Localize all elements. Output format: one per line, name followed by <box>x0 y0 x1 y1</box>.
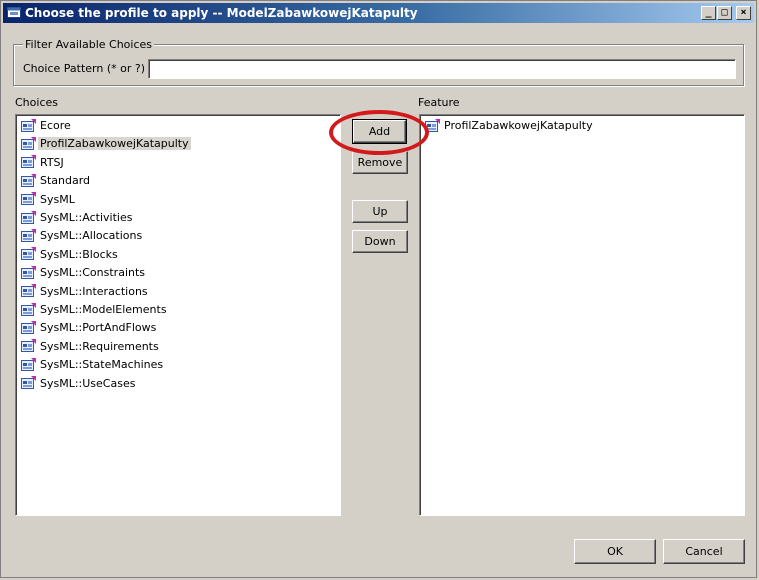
list-item-label: Standard <box>40 174 91 188</box>
list-item-label: ProfilZabawkowejKatapulty <box>444 119 593 132</box>
feature-label: Feature <box>418 96 460 109</box>
profile-package-icon <box>21 210 36 224</box>
list-item-label: SysML::Blocks <box>40 247 118 261</box>
profile-package-icon <box>21 265 36 279</box>
profile-package-icon <box>21 357 36 371</box>
list-item-label: SysML::ModelElements <box>40 303 167 316</box>
list-item-label: SysML::Requirements <box>40 339 159 353</box>
maximize-button[interactable]: □ <box>717 6 732 20</box>
list-item[interactable]: SysML::ModelElements <box>21 301 169 318</box>
remove-button[interactable]: Remove <box>352 151 408 174</box>
list-item-label: RTSJ <box>40 155 64 169</box>
list-item-label: Ecore <box>40 119 71 132</box>
down-button[interactable]: Down <box>352 230 408 253</box>
profile-package-icon <box>21 228 36 242</box>
window-title: Choose the profile to apply -- ModelZaba… <box>25 6 418 20</box>
up-button[interactable]: Up <box>352 200 408 223</box>
profile-package-icon <box>21 173 36 187</box>
list-item-label: SysML <box>40 192 75 206</box>
minimize-button[interactable]: _ <box>701 6 716 20</box>
list-item[interactable]: SysML <box>21 191 77 208</box>
profile-package-icon <box>21 247 36 261</box>
list-item[interactable]: SysML::Interactions <box>21 283 150 300</box>
list-item[interactable]: Standard <box>21 172 92 189</box>
title-bar[interactable]: Choose the profile to apply -- ModelZaba… <box>3 3 754 23</box>
list-item-label: SysML::UseCases <box>40 376 136 390</box>
list-item[interactable]: SysML::UseCases <box>21 375 137 392</box>
dialog-window: Choose the profile to apply -- ModelZaba… <box>0 0 757 578</box>
filter-group-label: Filter Available Choices <box>23 38 155 51</box>
list-item-label: ProfilZabawkowejKatapulty <box>38 137 191 151</box>
list-item[interactable]: ProfilZabawkowejKatapulty <box>21 135 191 152</box>
choices-list[interactable]: Ecore ProfilZabawkowejKatapulty RTSJ Standa… <box>15 114 341 516</box>
list-item-label: SysML::Allocations <box>40 229 143 243</box>
choices-label: Choices <box>15 96 58 109</box>
list-item-label: SysML::Constraints <box>40 266 146 280</box>
profile-package-icon <box>21 339 36 353</box>
choice-pattern-label: Choice Pattern (* or ?) <box>23 62 145 75</box>
profile-package-icon <box>21 376 36 390</box>
ok-button[interactable]: OK <box>574 539 656 564</box>
list-item[interactable]: SysML::StateMachines <box>21 356 165 373</box>
feature-list[interactable]: ProfilZabawkowejKatapulty <box>419 114 745 516</box>
list-item[interactable]: SysML::Requirements <box>21 338 161 355</box>
list-item[interactable]: RTSJ <box>21 154 66 171</box>
list-item[interactable]: SysML::Allocations <box>21 227 144 244</box>
list-item-label: SysML::Interactions <box>40 284 148 298</box>
list-item[interactable]: Ecore <box>21 117 73 134</box>
list-item-label: SysML::StateMachines <box>40 358 164 372</box>
list-item-label: SysML::Activities <box>40 211 133 224</box>
add-button[interactable]: Add <box>352 119 407 144</box>
profile-package-icon <box>21 155 36 169</box>
profile-package-icon <box>21 192 36 206</box>
list-item[interactable]: SysML::PortAndFlows <box>21 319 158 336</box>
list-item[interactable]: SysML::Constraints <box>21 264 147 281</box>
profile-package-icon <box>21 284 36 298</box>
list-item[interactable]: SysML::Blocks <box>21 246 120 263</box>
profile-package-icon <box>21 136 36 150</box>
close-button[interactable]: × <box>736 6 751 20</box>
profile-package-icon <box>21 320 36 334</box>
window-profile-icon <box>7 7 21 18</box>
list-item[interactable]: ProfilZabawkowejKatapulty <box>425 117 595 134</box>
profile-package-icon <box>21 302 36 316</box>
list-item-label: SysML::PortAndFlows <box>40 321 157 335</box>
profile-package-icon <box>425 118 440 132</box>
cancel-button[interactable]: Cancel <box>663 539 745 564</box>
choice-pattern-input[interactable] <box>148 59 736 79</box>
list-item[interactable]: SysML::Activities <box>21 209 134 226</box>
profile-package-icon <box>21 118 36 132</box>
